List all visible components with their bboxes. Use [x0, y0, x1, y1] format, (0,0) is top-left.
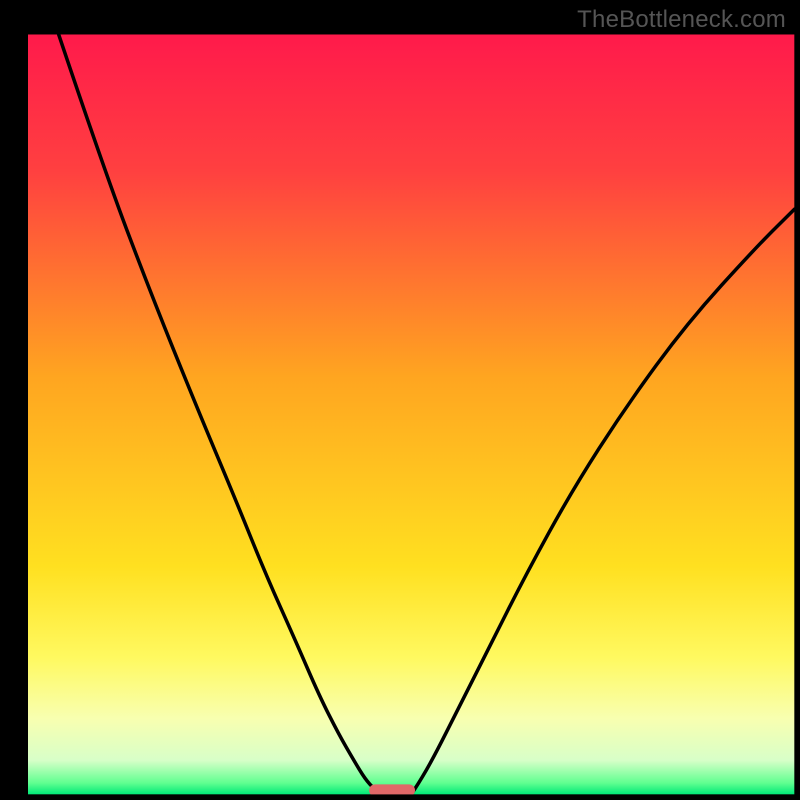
frame-border	[0, 794, 800, 800]
chart-svg	[0, 0, 800, 800]
frame-border	[794, 0, 800, 800]
frame-border	[0, 0, 28, 800]
watermark-text: TheBottleneck.com	[577, 6, 786, 34]
chart-container: TheBottleneck.com	[0, 0, 800, 800]
plot-area	[0, 0, 800, 800]
gradient-background	[28, 34, 794, 794]
